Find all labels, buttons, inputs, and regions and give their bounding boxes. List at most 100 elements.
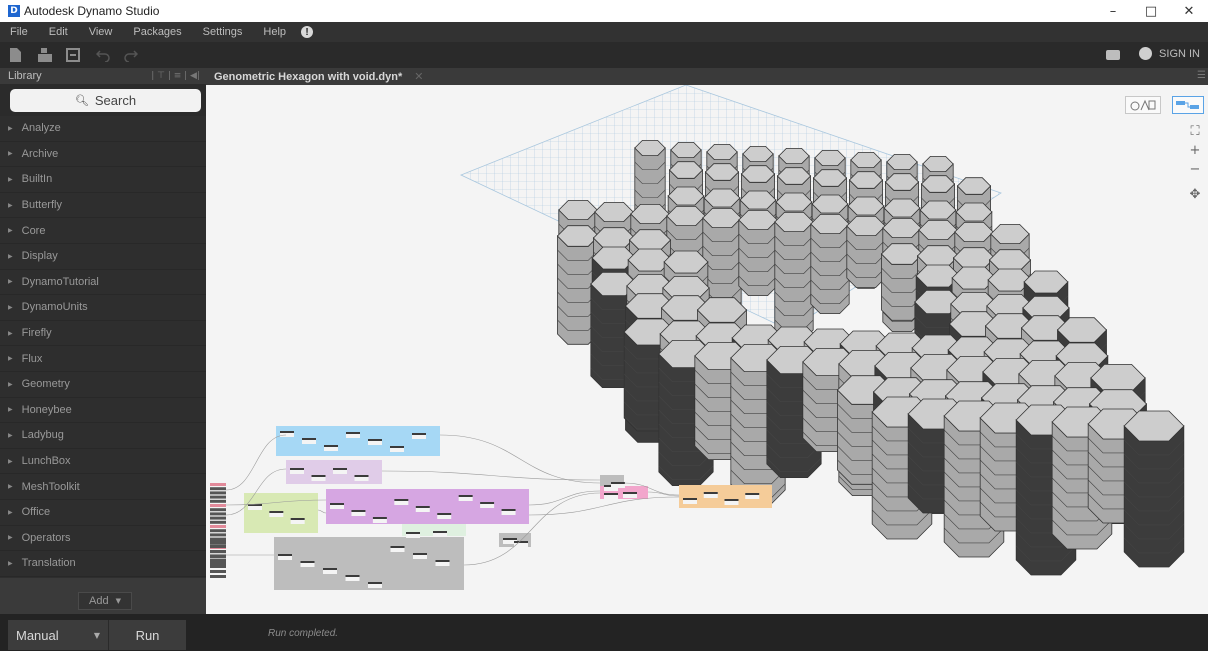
sign-in-label: SIGN IN <box>1159 47 1200 60</box>
library-item-translation[interactable]: ▶ Translation <box>0 551 206 577</box>
geometry-view-button[interactable] <box>1125 96 1161 114</box>
input-node <box>210 560 226 563</box>
graph-node-header <box>345 575 360 577</box>
library-collapse-icon[interactable]: | ⊤ | ≡ | ◀| <box>151 71 200 81</box>
input-node <box>210 540 226 543</box>
input-node <box>210 545 226 548</box>
library-search-input[interactable]: 🔍︎ Search <box>10 89 201 112</box>
graph-node-header <box>372 517 387 519</box>
library-item-label: Translation <box>21 557 76 570</box>
input-node <box>210 508 226 512</box>
library-item-label: Butterfly <box>21 199 62 212</box>
library-item-label: Office <box>21 506 51 519</box>
search-icon: 🔍︎ <box>74 94 89 107</box>
library-item-label: BuiltIn <box>21 173 53 186</box>
graph-node-header <box>290 518 305 520</box>
search-placeholder: Search <box>94 93 137 108</box>
library-item-office[interactable]: ▶ Office <box>0 500 206 526</box>
hex-prism <box>846 215 886 289</box>
save-icon[interactable] <box>66 48 80 62</box>
expand-arrow-icon: ▶ <box>8 534 13 542</box>
input-node <box>210 504 226 507</box>
graph-node-header <box>437 513 452 515</box>
library-item-display[interactable]: ▶ Display <box>0 244 206 270</box>
title-bar: D Autodesk Dynamo Studio – □ ✕ <box>0 0 1208 22</box>
pan-icon[interactable]: ✥ <box>1188 187 1202 202</box>
redo-icon[interactable] <box>124 48 138 62</box>
library-item-firefly[interactable]: ▶ Firefly <box>0 321 206 347</box>
notification-icon[interactable]: ! <box>301 26 314 38</box>
library-header: Library | ⊤ | ≡ | ◀| <box>0 68 206 84</box>
library-item-label: Operators <box>21 531 71 544</box>
library-item-analyze[interactable]: ▶ Analyze <box>0 116 206 142</box>
graph-node-header <box>412 433 426 435</box>
menu-view[interactable]: View <box>79 26 124 38</box>
library-item-core[interactable]: ▶ Core <box>0 218 206 244</box>
workspace-canvas[interactable] <box>206 85 1208 614</box>
connector-wire <box>439 434 601 484</box>
menu-edit[interactable]: Edit <box>39 26 79 38</box>
graph-node-header <box>269 511 284 513</box>
tab-label: Genometric Hexagon with void.dyn* <box>214 70 403 83</box>
library-item-label: Display <box>21 250 58 263</box>
add-button[interactable]: Add ▼ <box>78 592 132 610</box>
toolbar <box>0 42 1208 68</box>
undo-icon[interactable] <box>96 48 110 62</box>
menu-packages[interactable]: Packages <box>123 26 192 38</box>
graph-node-header <box>480 502 495 504</box>
add-label: Add <box>89 595 109 607</box>
library-item-label: Archive <box>21 147 59 160</box>
close-tab-icon[interactable]: ✕ <box>414 70 423 83</box>
graph-node-header <box>311 475 326 477</box>
connector-wire <box>528 496 680 516</box>
library-item-lunchbox[interactable]: ▶ LunchBox <box>0 449 206 475</box>
zoom-to-fit-icon[interactable]: ⛶ <box>1188 124 1202 139</box>
menu-icon[interactable]: ☰ <box>1197 70 1206 81</box>
graph-node-header <box>324 445 338 447</box>
minimize-button[interactable]: – <box>1094 0 1132 22</box>
menu-help[interactable]: Help <box>253 26 297 38</box>
graph-node-header <box>458 495 473 497</box>
graph-node-header <box>406 532 420 534</box>
library-item-flux[interactable]: ▶ Flux <box>0 346 206 372</box>
library-item-honeybee[interactable]: ▶ Honeybee <box>0 398 206 424</box>
library-item-geometry[interactable]: ▶ Geometry <box>0 372 206 398</box>
new-file-icon[interactable] <box>8 48 22 62</box>
expand-arrow-icon: ▶ <box>8 406 13 414</box>
graph-node-header <box>724 499 739 501</box>
window-title: Autodesk Dynamo Studio <box>24 4 160 18</box>
restore-button[interactable]: □ <box>1132 0 1170 22</box>
close-button[interactable]: ✕ <box>1170 0 1208 22</box>
connector-wire <box>317 509 327 514</box>
graph-node-header <box>346 432 360 434</box>
library-item-dynamounits[interactable]: ▶ DynamoUnits <box>0 295 206 321</box>
tab-workspace[interactable]: Genometric Hexagon with void.dyn* ✕ <box>208 68 429 85</box>
sign-in-button[interactable]: SIGN IN <box>1139 47 1200 60</box>
library-item-dynamotutorial[interactable]: ▶ DynamoTutorial <box>0 270 206 296</box>
user-icon <box>1139 47 1153 60</box>
window-controls: – □ ✕ <box>1094 0 1208 22</box>
library-item-label: MeshToolkit <box>21 480 80 493</box>
library-item-operators[interactable]: ▶ Operators <box>0 526 206 552</box>
menu-settings[interactable]: Settings <box>193 26 254 38</box>
menu-file[interactable]: File <box>0 26 39 38</box>
expand-arrow-icon: ▶ <box>8 380 13 388</box>
zoom-out-icon[interactable]: − <box>1188 162 1202 177</box>
open-icon[interactable] <box>38 48 52 62</box>
graph-node-header <box>390 546 405 548</box>
zoom-in-icon[interactable]: + <box>1188 143 1202 158</box>
library-item-ladybug[interactable]: ▶ Ladybug <box>0 423 206 449</box>
library-item-meshtoolkit[interactable]: ▶ MeshToolkit <box>0 474 206 500</box>
library-item-archive[interactable]: ▶ Archive <box>0 142 206 168</box>
camera-icon[interactable] <box>1106 50 1120 60</box>
library-item-label: LunchBox <box>21 455 71 468</box>
graph-view-button[interactable] <box>1172 96 1204 114</box>
run-button[interactable]: Run <box>108 620 186 650</box>
graph-node-header <box>300 561 315 563</box>
expand-arrow-icon: ▶ <box>8 329 13 337</box>
menu-bar: File Edit View Packages Settings Help ! <box>0 22 1208 42</box>
run-mode-select[interactable]: Manual ▼ <box>8 620 108 650</box>
graph-node-header <box>415 506 430 508</box>
library-item-butterfly[interactable]: ▶ Butterfly <box>0 193 206 219</box>
library-item-builtin[interactable]: ▶ BuiltIn <box>0 167 206 193</box>
